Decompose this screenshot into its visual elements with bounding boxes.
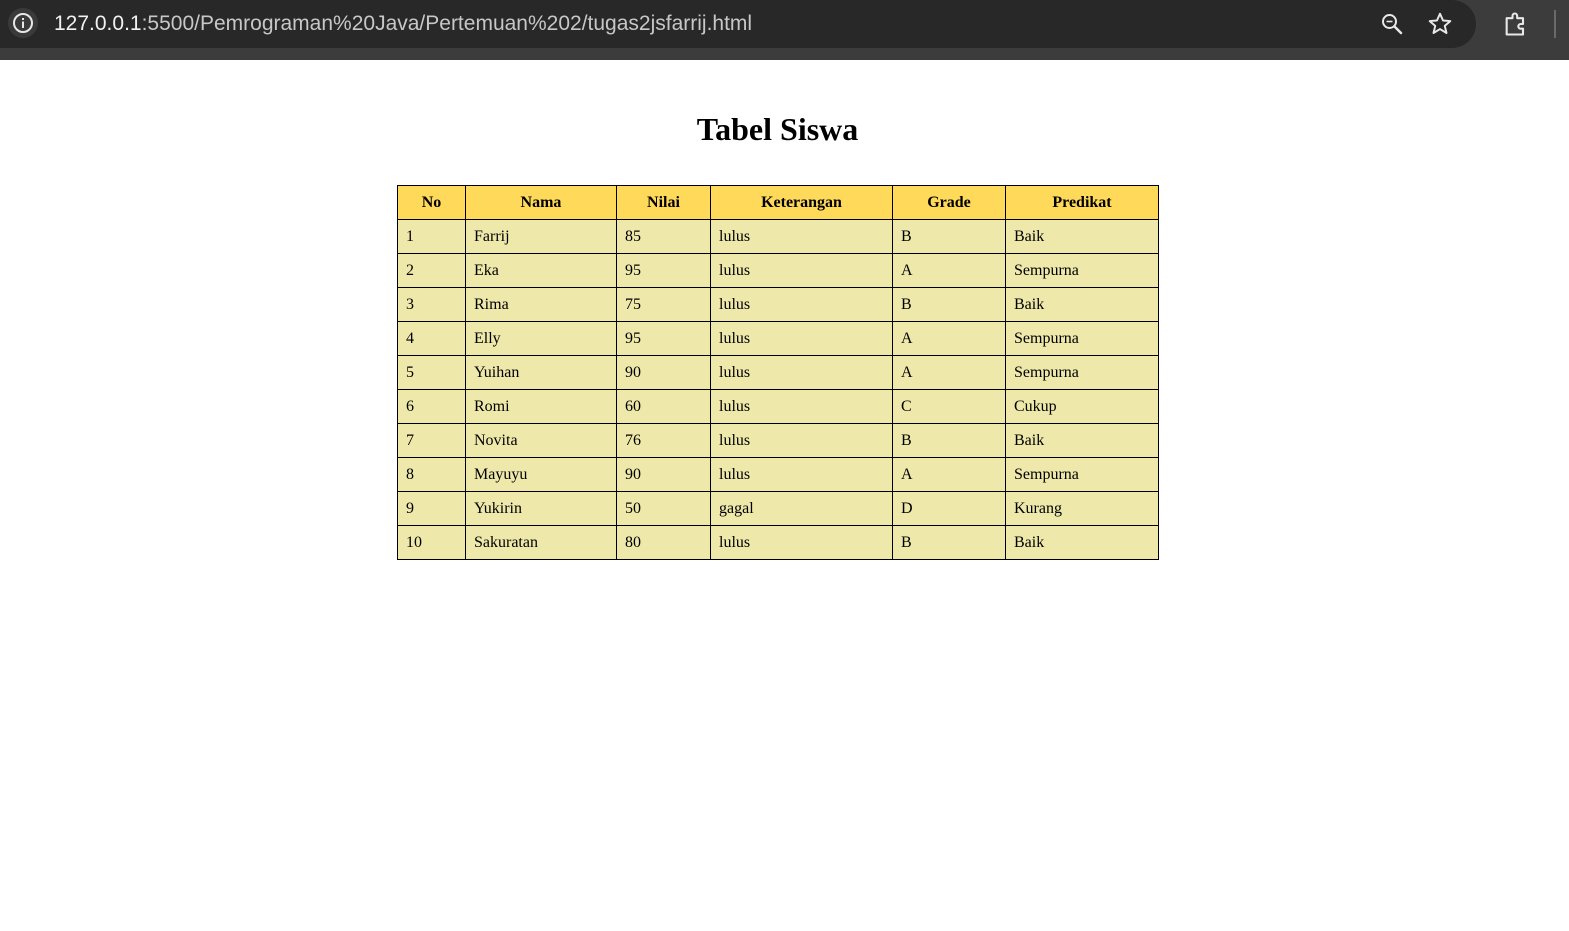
cell-grade: A (892, 457, 1006, 492)
cell-no: 10 (397, 525, 466, 560)
cell-grade: D (892, 491, 1006, 526)
cell-predikat: Baik (1005, 287, 1159, 322)
cell-predikat: Baik (1005, 423, 1159, 458)
cell-keterangan: lulus (710, 525, 893, 560)
cell-nilai: 76 (616, 423, 711, 458)
cell-nama: Rima (465, 287, 617, 322)
cell-grade: A (892, 355, 1006, 390)
column-header-grade: Grade (892, 185, 1006, 220)
cell-nilai: 90 (616, 457, 711, 492)
cell-nama: Yuihan (465, 355, 617, 390)
column-header-nilai: Nilai (616, 185, 711, 220)
cell-no: 3 (397, 287, 466, 322)
url-host: 127.0.0.1 (54, 12, 142, 35)
cell-nilai: 60 (616, 389, 711, 424)
cell-keterangan: lulus (710, 389, 893, 424)
cell-keterangan: lulus (710, 321, 893, 356)
cell-predikat: Sempurna (1005, 253, 1159, 288)
cell-predikat: Kurang (1005, 491, 1159, 526)
cell-nilai: 50 (616, 491, 711, 526)
url-path: :5500/Pemrograman%20Java/Pertemuan%202/t… (141, 12, 753, 35)
table-row: 8 Mayuyu 90 lulus A Sempurna (397, 457, 1159, 492)
cell-nama: Mayuyu (465, 457, 617, 492)
cell-nilai: 95 (616, 253, 711, 288)
cell-keterangan: lulus (710, 219, 893, 254)
cell-predikat: Sempurna (1005, 321, 1159, 356)
cell-no: 7 (397, 423, 466, 458)
cell-grade: B (892, 287, 1006, 322)
column-header-nama: Nama (465, 185, 617, 220)
table-row: 6 Romi 60 lulus C Cukup (397, 389, 1159, 424)
cell-nilai: 90 (616, 355, 711, 390)
browser-toolbar: 127.0.0.1:5500/Pemrograman%20Java/Pertem… (0, 0, 1569, 60)
page-content: Tabel Siswa No Nama Nilai Keterangan Gra… (0, 60, 1569, 931)
cell-nama: Romi (465, 389, 617, 424)
cell-nilai: 75 (616, 287, 711, 322)
zoom-icon[interactable] (1376, 8, 1408, 40)
table-row: 10 Sakuratan 80 lulus B Baik (397, 525, 1159, 560)
cell-grade: C (892, 389, 1006, 424)
cell-no: 2 (397, 253, 466, 288)
table-row: 5 Yuihan 90 lulus A Sempurna (397, 355, 1159, 390)
cell-nama: Novita (465, 423, 617, 458)
toolbar-divider (1554, 10, 1556, 38)
address-bar[interactable]: 127.0.0.1:5500/Pemrograman%20Java/Pertem… (0, 0, 1476, 48)
cell-nilai: 85 (616, 219, 711, 254)
cell-predikat: Baik (1005, 525, 1159, 560)
student-table: No Nama Nilai Keterangan Grade Predikat … (397, 185, 1159, 560)
cell-nama: Elly (465, 321, 617, 356)
cell-grade: A (892, 253, 1006, 288)
table-row: 3 Rima 75 lulus B Baik (397, 287, 1159, 322)
cell-nama: Farrij (465, 219, 617, 254)
cell-no: 8 (397, 457, 466, 492)
cell-nama: Yukirin (465, 491, 617, 526)
cell-keterangan: lulus (710, 253, 893, 288)
cell-nama: Sakuratan (465, 525, 617, 560)
cell-keterangan: lulus (710, 287, 893, 322)
page-title: Tabel Siswa (696, 111, 859, 147)
url-text[interactable]: 127.0.0.1:5500/Pemrograman%20Java/Pertem… (54, 0, 752, 48)
table-row: 9 Yukirin 50 gagal D Kurang (397, 491, 1159, 526)
cell-grade: B (892, 423, 1006, 458)
cell-keterangan: gagal (710, 491, 893, 526)
table-row: 4 Elly 95 lulus A Sempurna (397, 321, 1159, 356)
cell-no: 1 (397, 219, 466, 254)
star-icon[interactable] (1424, 8, 1456, 40)
extensions-icon[interactable] (1500, 8, 1532, 40)
cell-predikat: Baik (1005, 219, 1159, 254)
column-header-keterangan: Keterangan (710, 185, 893, 220)
cell-no: 9 (397, 491, 466, 526)
cell-predikat: Sempurna (1005, 355, 1159, 390)
cell-predikat: Sempurna (1005, 457, 1159, 492)
column-header-predikat: Predikat (1005, 185, 1159, 220)
table-row: 1 Farrij 85 lulus B Baik (397, 219, 1159, 254)
cell-keterangan: lulus (710, 423, 893, 458)
table-row: 7 Novita 76 lulus B Baik (397, 423, 1159, 458)
cell-no: 4 (397, 321, 466, 356)
table-row: 2 Eka 95 lulus A Sempurna (397, 253, 1159, 288)
cell-grade: B (892, 219, 1006, 254)
cell-no: 5 (397, 355, 466, 390)
info-icon[interactable] (8, 8, 38, 38)
cell-nilai: 80 (616, 525, 711, 560)
cell-no: 6 (397, 389, 466, 424)
cell-grade: A (892, 321, 1006, 356)
cell-predikat: Cukup (1005, 389, 1159, 424)
cell-grade: B (892, 525, 1006, 560)
cell-keterangan: lulus (710, 457, 893, 492)
cell-nama: Eka (465, 253, 617, 288)
column-header-no: No (397, 185, 466, 220)
cell-keterangan: lulus (710, 355, 893, 390)
table-header-row: No Nama Nilai Keterangan Grade Predikat (397, 185, 1159, 220)
cell-nilai: 95 (616, 321, 711, 356)
